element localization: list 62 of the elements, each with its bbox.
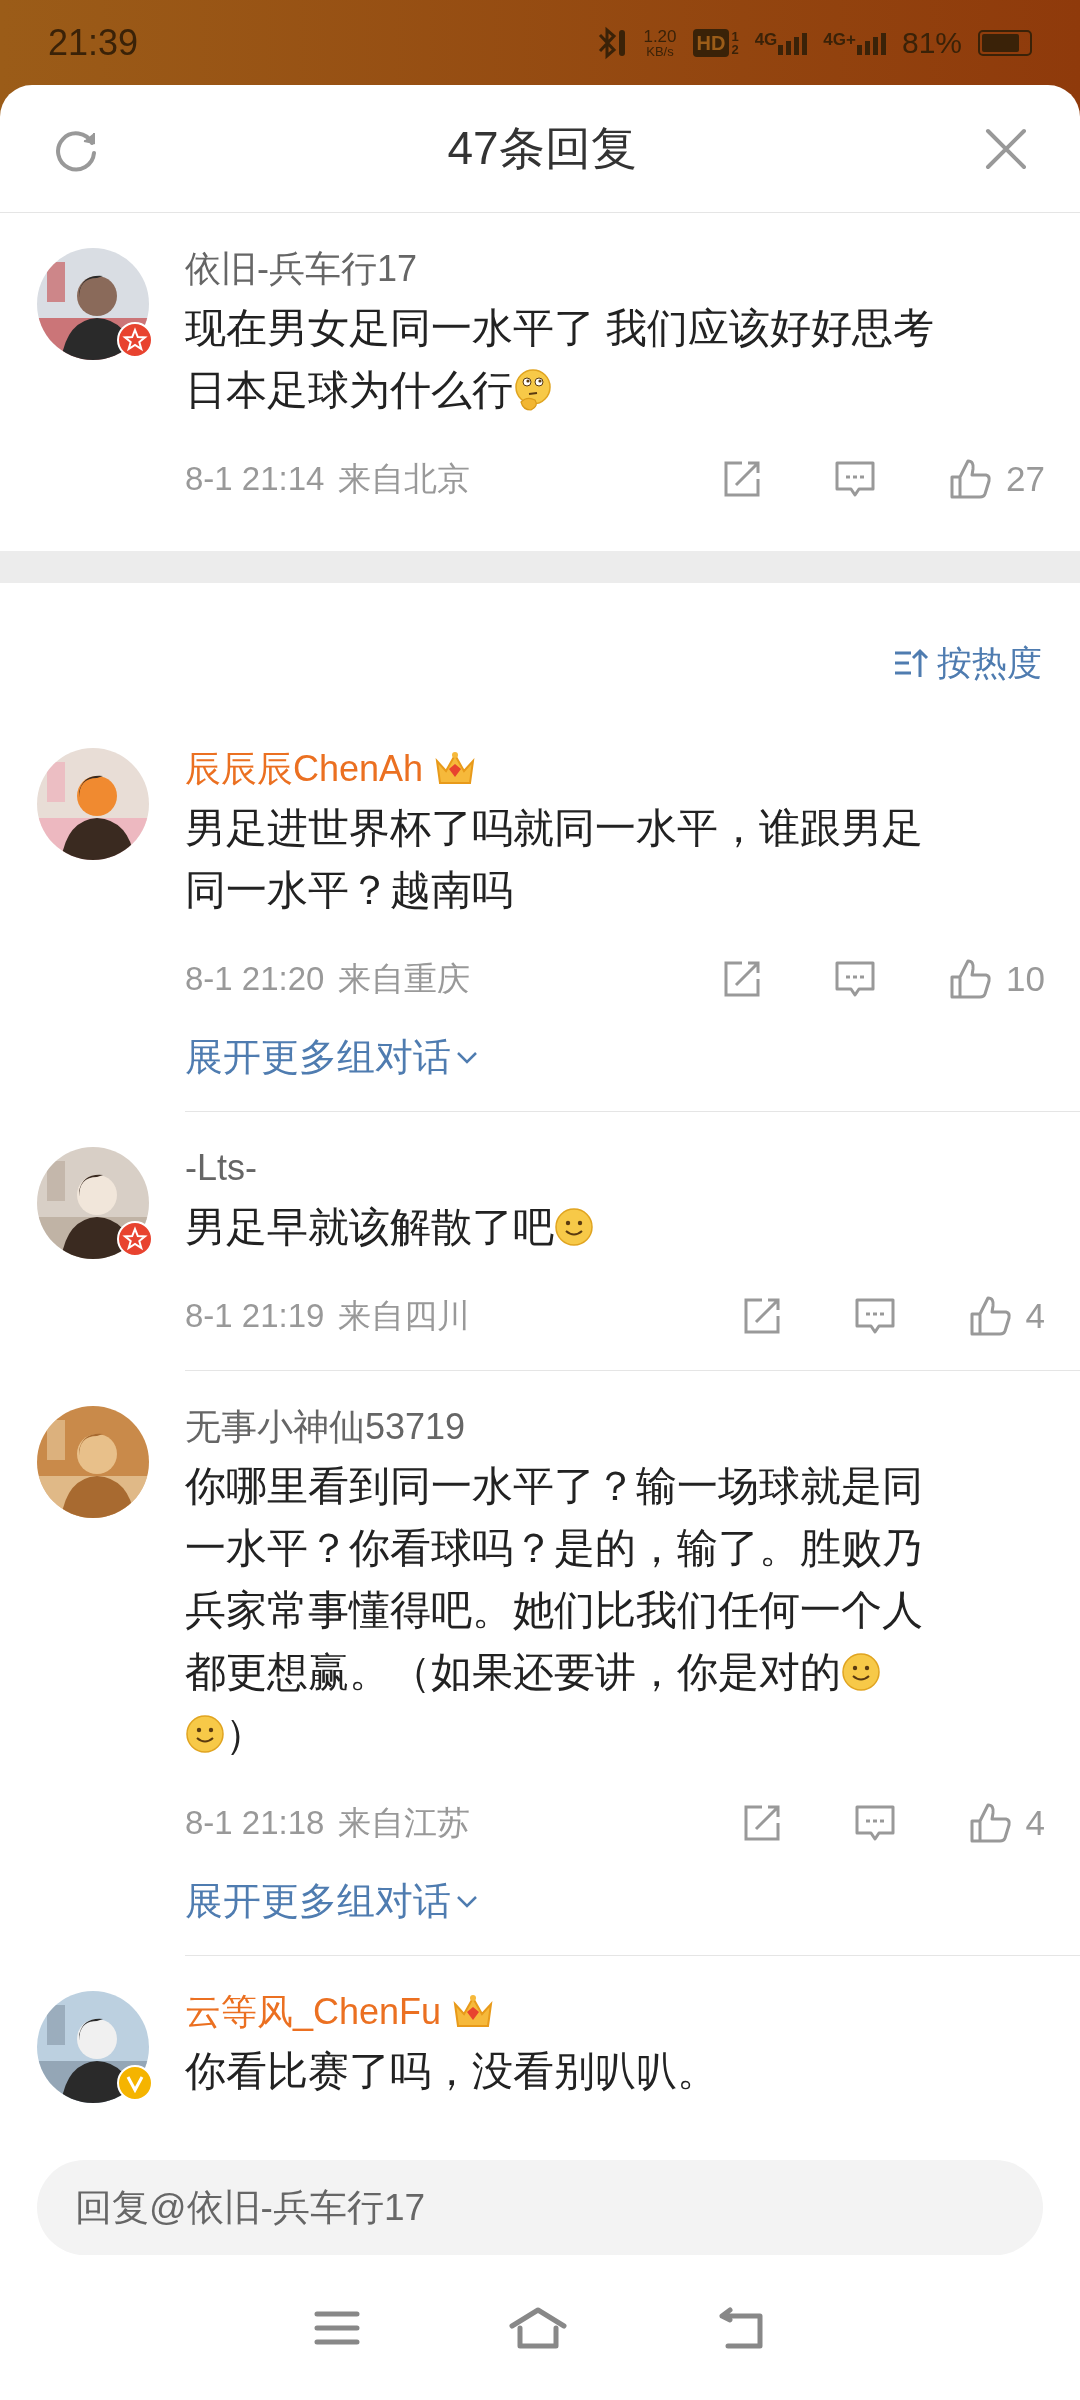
battery-percent: 81% [901, 25, 962, 61]
home-icon[interactable] [508, 2305, 568, 2350]
reply-field[interactable]: 回复@依旧-兵车行17 [37, 2160, 1043, 2255]
network-type: 4G+ [823, 30, 856, 48]
comment-location: 来自江苏 [338, 1803, 471, 1844]
comment-text: 一水平？你看球吗？是的，输了。胜败乃 [185, 1524, 923, 1573]
expand-link[interactable]: 展开更多组对话 [185, 1872, 479, 1930]
signal-icon [777, 30, 808, 55]
close-icon[interactable] [984, 126, 1028, 171]
comment-icon[interactable] [834, 959, 877, 999]
like-icon[interactable] [948, 957, 993, 1001]
comment-text: 男足进世界杯了吗就同一水平，谁跟男足 [185, 804, 923, 853]
network-speed-unit: KB/s [646, 44, 674, 58]
comment-text: 你哪里看到同一水平了？输一场球就是同 [185, 1462, 923, 1511]
comment-location: 来自重庆 [338, 959, 471, 1000]
comment-time: 8-1 21:18 [185, 1803, 325, 1844]
comment-text: 兵家常事懂得吧。她们比我们任何一个人 [185, 1586, 923, 1635]
sort-button[interactable]: 按热度 [893, 636, 1042, 690]
comment-text: 现在男女足同一水平了 我们应该好好思考 [185, 304, 935, 353]
header-title: 47条回复 [446, 121, 638, 176]
smile-emoji-icon [554, 1207, 594, 1247]
comment-text: 你看比赛了吗，没看别叭叭。 [185, 2047, 718, 2096]
status-time: 21:39 [48, 20, 139, 65]
share-icon[interactable] [722, 959, 763, 999]
comment-text: 同一水平？越南吗 [185, 866, 513, 915]
like-count: 27 [1006, 457, 1045, 500]
like-icon[interactable] [948, 457, 993, 501]
sort-icon [893, 647, 929, 679]
username[interactable]: -Lts- [185, 1141, 257, 1195]
comment-location: 来自北京 [338, 459, 471, 500]
comment-text: ） [225, 1710, 266, 1759]
thinking-emoji-icon [513, 368, 553, 412]
share-icon[interactable] [722, 459, 763, 499]
smile-emoji-icon [841, 1652, 881, 1692]
comment-icon[interactable] [853, 1803, 896, 1843]
username[interactable]: 无事小神仙53719 [185, 1400, 466, 1454]
battery-icon [978, 29, 1032, 56]
like-count: 4 [1025, 1294, 1045, 1337]
username[interactable]: 依旧-兵车行17 [185, 242, 418, 296]
comment-text: 男足早就该解散了吧 [185, 1203, 554, 1252]
username[interactable]: 云等风_ChenFu [185, 1985, 442, 2039]
bluetooth-icon [597, 25, 628, 60]
like-count: 4 [1025, 1801, 1045, 1844]
signal-icon [855, 30, 886, 55]
comment-location: 来自四川 [338, 1296, 471, 1337]
comment-icon[interactable] [853, 1296, 896, 1336]
smile-emoji-icon [185, 1714, 225, 1754]
comment-text: 都更想赢。（如果还要讲，你是对的 [185, 1648, 841, 1697]
comment-icon[interactable] [834, 459, 877, 499]
network-speed: 1.20 [643, 27, 677, 45]
comment-time: 8-1 21:14 [185, 459, 325, 500]
comment-time: 8-1 21:19 [185, 1296, 325, 1337]
comment-text: 日本足球为什么行 [185, 366, 513, 415]
network-type: 4G [754, 30, 778, 48]
hd-badge: HD [692, 28, 730, 57]
comment-time: 8-1 21:20 [185, 959, 325, 1000]
sim-label: 2 [731, 42, 739, 56]
like-count: 10 [1006, 957, 1045, 1000]
username[interactable]: 辰辰辰ChenAh [185, 742, 424, 796]
back-icon[interactable] [716, 2305, 766, 2350]
expand-link[interactable]: 展开更多组对话 [185, 1028, 479, 1086]
sim-label: 1 [731, 29, 739, 43]
